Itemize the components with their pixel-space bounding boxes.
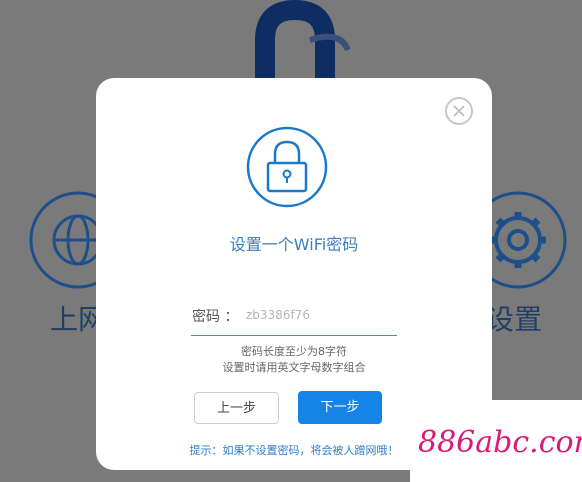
- hint-line-length: 密码长度至少为8字符: [241, 345, 347, 358]
- password-input[interactable]: [244, 302, 396, 328]
- watermark-text: 886abc.com: [418, 425, 582, 460]
- password-label: 密码 ：: [192, 309, 239, 325]
- prev-step-button[interactable]: 上一步: [194, 392, 279, 424]
- next-step-button[interactable]: 下一步: [298, 391, 382, 424]
- brand-logo-icon: [255, 0, 350, 90]
- dialog-title: 设置一个WiFi密码: [229, 235, 359, 254]
- close-icon: [453, 105, 465, 117]
- password-underline: [191, 335, 397, 336]
- hint-line-charset: 设置时请用英文字母数字组合: [222, 361, 366, 374]
- close-button[interactable]: [445, 97, 473, 125]
- site-watermark: 886abc.com: [410, 400, 582, 482]
- bg-settings-label: 设置: [486, 303, 543, 336]
- lock-icon: [246, 126, 328, 208]
